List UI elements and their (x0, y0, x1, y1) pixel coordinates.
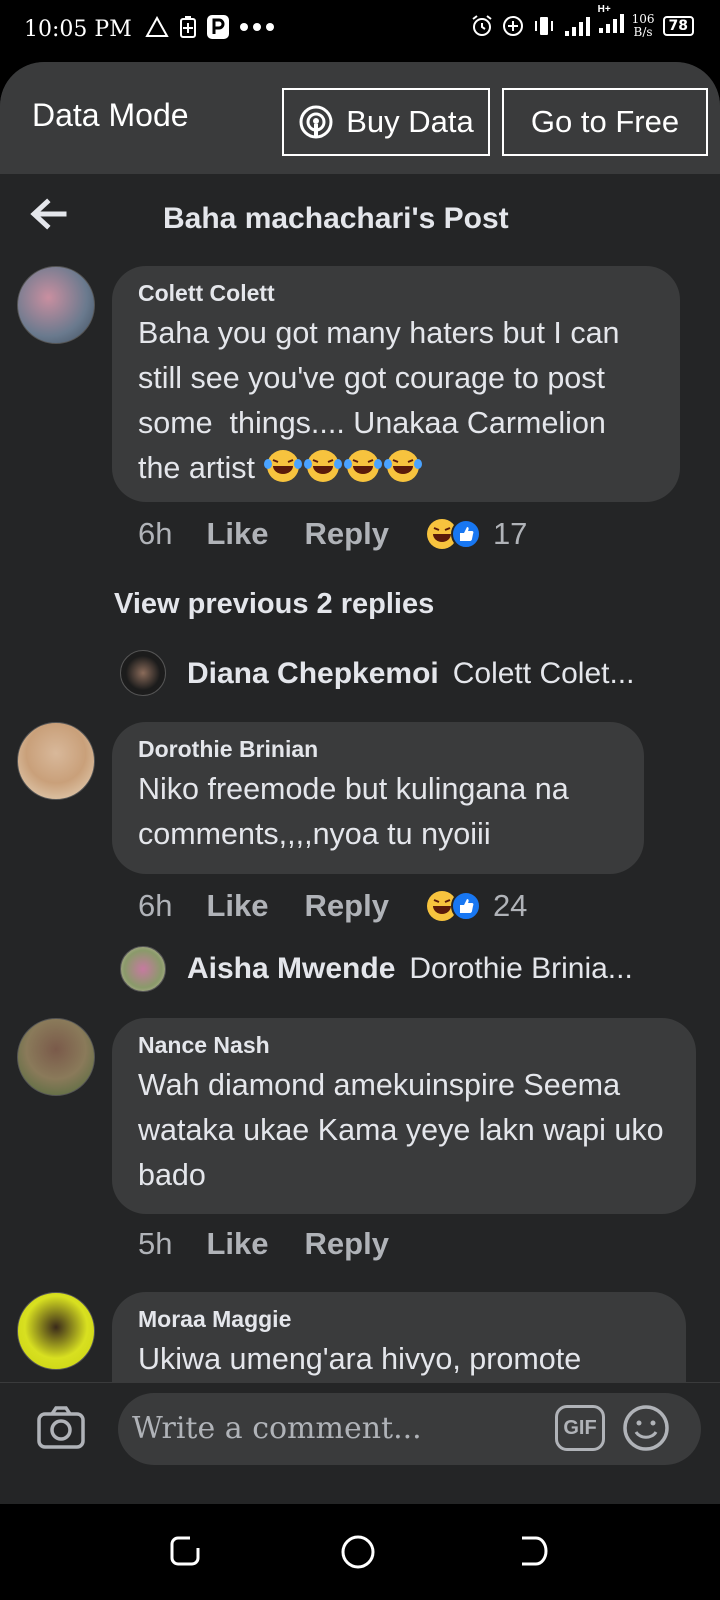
like-button[interactable]: Like (206, 888, 268, 924)
like-button[interactable]: Like (206, 1226, 268, 1262)
avatar[interactable] (120, 946, 166, 992)
comment-time: 6h (138, 516, 173, 551)
data-mode-label: Data Mode (32, 97, 189, 133)
parking-app-icon (207, 15, 229, 39)
reply-button[interactable]: Reply (305, 516, 389, 552)
data-saver-icon (502, 15, 523, 36)
reply-snippet: Dorothie Brinia... (409, 952, 633, 985)
comment-composer: Write a comment... GIF (0, 1382, 720, 1478)
signal-2-icon (598, 14, 624, 33)
comment-actions: 5h Like Reply (138, 1226, 425, 1262)
comment-time: 5h (138, 1226, 173, 1261)
comment-author[interactable]: Colett Colett (138, 280, 654, 307)
go-to-free-label: Go to Free (530, 104, 680, 139)
reply-button[interactable]: Reply (305, 888, 389, 924)
laughing-emoji-icon (264, 450, 303, 482)
like-button[interactable]: Like (206, 516, 268, 552)
comment-bubble[interactable]: Nance Nash Wah diamond amekuinspire Seem… (112, 1018, 696, 1214)
comment-text: Niko freemode but kulingana na comments,… (138, 772, 578, 851)
speed-unit: B/s (633, 24, 653, 39)
camera-icon[interactable] (36, 1405, 86, 1451)
comment-bubble[interactable]: Dorothie Brinian Niko freemode but kulin… (112, 722, 644, 874)
app-window: Data Mode Buy Data Go to Free Baha macha… (0, 62, 720, 1504)
reply-author: Aisha Mwende (187, 952, 396, 985)
more-dots-icon (240, 23, 274, 31)
speed-value: 106 (631, 11, 655, 26)
reactions[interactable] (425, 517, 481, 551)
like-reaction-icon (450, 891, 481, 921)
battery-level: 78 (662, 15, 694, 36)
comment-actions: 6h Like Reply 24 (138, 888, 527, 924)
emoji-icon[interactable] (621, 1403, 671, 1453)
avatar[interactable] (17, 722, 95, 800)
comment-author[interactable]: Dorothie Brinian (138, 736, 618, 763)
page-title: Baha machachari's Post (163, 202, 509, 235)
battery-saver-icon (180, 16, 196, 38)
home-icon[interactable] (340, 1534, 376, 1570)
vibrate-icon (534, 16, 553, 35)
comment-text: Ukiwa umeng'ara hivyo, promote (138, 1342, 582, 1376)
signal-icon (564, 16, 590, 36)
avatar[interactable] (17, 1018, 95, 1096)
back-nav-icon[interactable] (516, 1534, 550, 1568)
comment-time: 6h (138, 888, 173, 923)
comment-bubble[interactable]: Colett Colett Baha you got many haters b… (112, 266, 680, 502)
system-nav-bar (0, 1504, 720, 1600)
avatar[interactable] (17, 1292, 95, 1370)
reaction-count: 17 (492, 516, 528, 551)
laughing-emoji-icon (304, 450, 343, 482)
buy-data-label: Buy Data (346, 104, 474, 139)
comment-input[interactable]: Write a comment... GIF (118, 1393, 701, 1465)
reply-snippet: Colett Colet... (452, 657, 635, 690)
post-header: Baha machachari's Post (0, 174, 720, 274)
broadcast-icon (299, 105, 333, 139)
comment-author[interactable]: Moraa Maggie (138, 1306, 660, 1333)
go-to-free-button[interactable]: Go to Free (502, 88, 708, 156)
data-mode-bar: Data Mode Buy Data Go to Free (0, 62, 720, 174)
recent-apps-icon[interactable] (168, 1534, 202, 1568)
gif-button[interactable]: GIF (555, 1405, 605, 1451)
view-previous-replies[interactable]: View previous 2 replies (114, 588, 434, 621)
like-reaction-icon (450, 519, 481, 549)
avatar[interactable] (120, 650, 166, 696)
reply-author: Diana Chepkemoi (187, 657, 439, 690)
comment-actions: 6h Like Reply 17 (138, 516, 527, 552)
buy-data-button[interactable]: Buy Data (282, 88, 490, 156)
gif-label: GIF (563, 1416, 597, 1439)
reply-preview[interactable]: Aisha Mwende Dorothie Brinia... (187, 952, 633, 986)
back-arrow-icon[interactable] (28, 194, 68, 234)
reply-preview[interactable]: Diana Chepkemoi Colett Colet... (187, 657, 634, 691)
laughing-emoji-icon (344, 450, 383, 482)
status-bar: 10:05 PM H+ 106 B/s 78 (0, 0, 720, 60)
reaction-count: 24 (492, 888, 528, 923)
comment-author[interactable]: Nance Nash (138, 1032, 670, 1059)
comment-text: Wah diamond amekuinspire Seema wataka uk… (138, 1068, 673, 1192)
reply-button[interactable]: Reply (305, 1226, 389, 1262)
reactions[interactable] (425, 889, 481, 923)
avatar[interactable] (17, 266, 95, 344)
warning-icon (145, 16, 169, 37)
network-type: H+ (597, 4, 611, 15)
alarm-icon (472, 14, 492, 36)
status-time: 10:05 PM (24, 17, 132, 42)
comment-placeholder: Write a comment... (132, 1411, 422, 1446)
laughing-emoji-icon (384, 450, 423, 482)
